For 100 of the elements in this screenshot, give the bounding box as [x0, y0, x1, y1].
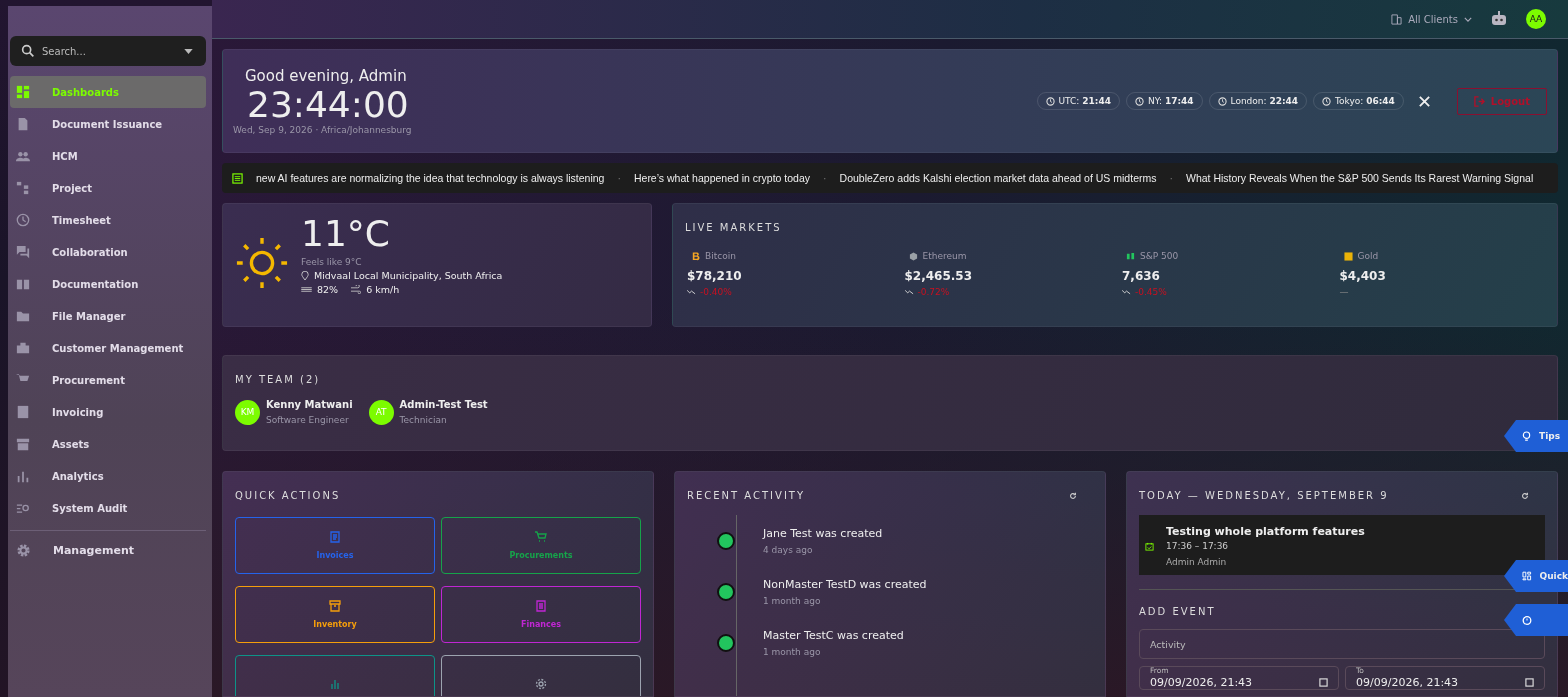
humidity-icon: [301, 286, 312, 293]
quick-action-button[interactable]: Procurements: [441, 517, 641, 574]
activity-text: Master TestC was created: [763, 628, 904, 642]
news-headline[interactable]: What History Reveals When the S&P 500 Sends Its Rarest Warning Signal: [1185, 172, 1534, 184]
quick-action-button[interactable]: Inventory: [235, 586, 435, 643]
people-icon: [16, 149, 30, 163]
clock-icon: [1134, 96, 1144, 106]
timeline-dot: [717, 582, 735, 601]
search-field[interactable]: Search...: [10, 36, 206, 66]
price-change: -0.40%: [700, 287, 732, 297]
calendar-icon: [1525, 677, 1534, 687]
timer-icon: [1522, 615, 1532, 625]
member-name: Admin-Test Test: [399, 399, 488, 410]
clock-time: 23:44:00: [246, 85, 410, 125]
quick-action-button[interactable]: [441, 655, 641, 696]
section-title: MY TEAM (2): [235, 374, 322, 385]
activity-time: 1 month ago: [763, 646, 822, 657]
wind-speed: 6 km/h: [366, 284, 400, 295]
sidebar-item[interactable]: File Manager: [10, 300, 206, 332]
news-headline[interactable]: DoubleZero adds Kalshi election market data ahead of US midterms: [839, 172, 1157, 184]
event-owner: Admin Admin: [1166, 557, 1228, 567]
client-selector[interactable]: All Clients: [1391, 13, 1472, 25]
separator: ·: [823, 172, 827, 184]
activity-time: 1 month ago: [763, 595, 822, 606]
market-name: Gold: [1357, 251, 1379, 261]
dashboard-icon: [16, 85, 30, 99]
sidebar-item[interactable]: Analytics: [10, 460, 206, 492]
receipt-icon: [329, 531, 341, 543]
hierarchy-icon: [16, 181, 30, 195]
quick-tab[interactable]: Quick: [1504, 560, 1568, 592]
building-icon: [1391, 13, 1403, 25]
date-text: Wed, Sep 9, 2026 · Africa/Johannesburg: [233, 125, 412, 135]
member-role: Software Engineer: [266, 415, 350, 425]
user-avatar[interactable]: AA: [1526, 9, 1546, 29]
document-icon: [535, 600, 547, 612]
clock-icon: [1322, 96, 1332, 106]
timer-tab[interactable]: [1504, 604, 1568, 636]
refresh-icon[interactable]: [1069, 491, 1077, 500]
news-headline[interactable]: Here’s what happened in crypto today: [633, 172, 811, 184]
cart-icon: [535, 531, 547, 543]
news-icon: [232, 172, 243, 184]
caret-icon: [184, 49, 193, 54]
clock-icon: [1217, 96, 1227, 106]
logout-icon: [1473, 95, 1485, 107]
sidebar-item[interactable]: Assets: [10, 428, 206, 460]
sun-icon: [235, 236, 289, 290]
clock-icon: [1045, 96, 1055, 106]
quick-action-button[interactable]: [235, 655, 435, 696]
sidebar-item[interactable]: Collaboration: [10, 236, 206, 268]
bar-chart-icon: [16, 469, 30, 483]
chevron-down-icon: [1464, 16, 1472, 22]
market-price: 7,636: [1122, 269, 1161, 283]
member-name: Kenny Matwani: [266, 399, 353, 410]
search-icon: [20, 43, 36, 59]
calendar-icon: [1319, 677, 1328, 687]
archive-icon: [329, 600, 341, 612]
archive-icon: [16, 437, 30, 451]
sidebar-item[interactable]: Project: [10, 172, 206, 204]
section-title: RECENT ACTIVITY: [687, 490, 806, 501]
separator: ·: [617, 172, 621, 184]
trend-down-icon: [904, 289, 914, 295]
document-icon: [16, 117, 30, 131]
price-change: -0.45%: [1135, 287, 1167, 297]
trend-down-icon: [687, 289, 696, 295]
robot-icon[interactable]: [1490, 11, 1508, 27]
humidity: 82%: [317, 284, 339, 295]
refresh-icon[interactable]: [1521, 491, 1529, 500]
sidebar-item[interactable]: Invoicing: [10, 396, 206, 428]
sidebar-item[interactable]: HCM: [10, 140, 206, 172]
separator: ·: [1169, 172, 1173, 184]
folder-icon: [16, 309, 30, 323]
location-pin-icon: [301, 270, 309, 281]
settings-icon: [535, 677, 547, 690]
lightbulb-icon: [1522, 430, 1531, 442]
section-title: TODAY — WEDNESDAY, SEPTEMBER 9: [1139, 490, 1389, 501]
market-name: Ethereum: [922, 251, 967, 261]
timeline-dot: [717, 531, 735, 550]
greeting: Good evening, Admin: [244, 67, 408, 85]
section-title: QUICK ACTIONS: [235, 490, 342, 501]
settings-icon: [16, 542, 31, 558]
calendar-check-icon: [1145, 541, 1154, 551]
event-time: 17:36 – 17:36: [1166, 541, 1230, 551]
sidebar-item[interactable]: System Audit: [10, 492, 206, 524]
bar-chart-icon: [329, 677, 341, 690]
sidebar-item[interactable]: Customer Management: [10, 332, 206, 364]
timeline-dot: [717, 633, 735, 652]
sidebar-item[interactable]: Dashboards: [10, 76, 206, 108]
trend-down-icon: [1122, 289, 1131, 295]
sidebar-item[interactable]: Timesheet: [10, 204, 206, 236]
book-icon: [16, 277, 30, 291]
market-price: $78,210: [687, 269, 743, 283]
sidebar-item[interactable]: Procurement: [10, 364, 206, 396]
news-headline[interactable]: new AI features are normalizing the idea that technology is always listening: [256, 172, 605, 184]
tips-tab[interactable]: Tips: [1504, 420, 1568, 452]
price-change: -0.72%: [917, 287, 950, 297]
sidebar-item[interactable]: Document Issuance: [10, 108, 206, 140]
sidebar-item[interactable]: Management: [10, 530, 206, 569]
market-price: $4,403: [1339, 269, 1387, 283]
activity-input[interactable]: Activity: [1139, 629, 1545, 659]
sidebar-item[interactable]: Documentation: [10, 268, 206, 300]
